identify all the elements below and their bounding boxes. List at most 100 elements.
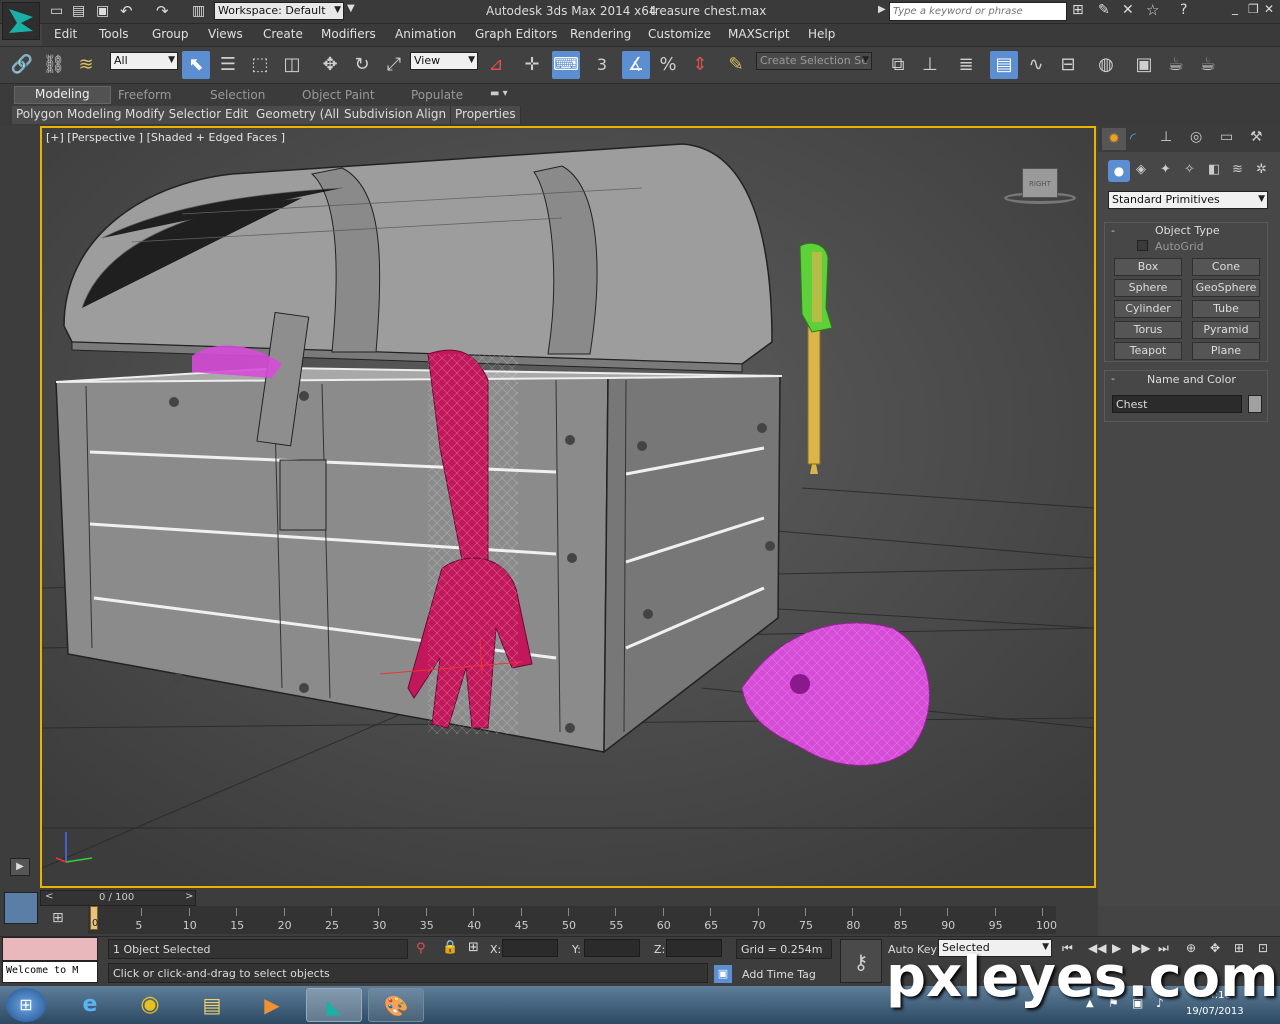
workspace-dropdown[interactable]: Workspace: Default <box>214 2 344 20</box>
angle-snap-button[interactable]: ∡ <box>622 51 650 79</box>
cameras-category-icon[interactable]: ✧ <box>1184 162 1195 177</box>
shapes-category-icon[interactable]: ◈ <box>1136 162 1146 177</box>
ribbon-tab-modeling[interactable]: Modeling <box>14 86 111 104</box>
rollout-minus-icon[interactable]: - <box>1111 224 1115 237</box>
start-button[interactable]: ⊞ <box>6 988 46 1022</box>
ribbon-options-icon[interactable]: ▬ ▾ <box>490 88 508 99</box>
menu-animation[interactable]: Animation <box>395 27 456 41</box>
object-name-field[interactable] <box>1112 395 1242 413</box>
ribbon-align[interactable]: Align <box>412 106 452 124</box>
ribbon-geometry-all[interactable]: Geometry (All) <box>252 106 349 124</box>
ribbon-tab-object-paint[interactable]: Object Paint <box>302 88 375 102</box>
percent-snap-button[interactable]: % <box>654 51 682 79</box>
pivot-center-button[interactable]: ⊿ <box>482 51 510 79</box>
ribbon-tab-freeform[interactable]: Freeform <box>118 88 171 102</box>
scale-button[interactable]: ⤢ <box>380 51 408 79</box>
select-by-name-button[interactable]: ☰ <box>214 51 242 79</box>
ribbon-tab-selection[interactable]: Selection <box>210 88 265 102</box>
maxscript-output[interactable]: Welcome to M <box>2 961 98 983</box>
rectangular-selection-button[interactable]: ⬚ <box>246 51 274 79</box>
object-color-swatch[interactable] <box>1248 395 1262 413</box>
next-frame-icon[interactable]: > <box>185 891 193 902</box>
edit-named-selection-button[interactable]: ✎ <box>722 51 750 79</box>
selection-filter-dropdown[interactable]: All <box>110 52 178 70</box>
unlink-selection-button[interactable]: ⛓ <box>40 51 68 79</box>
tools-icon[interactable]: ✎ <box>1098 2 1110 18</box>
render-production-button[interactable]: ☕ <box>1194 51 1222 79</box>
hierarchy-tab-icon[interactable]: ⊥ <box>1160 129 1172 145</box>
bind-space-warp-button[interactable]: ≋ <box>72 51 100 79</box>
schematic-view-button[interactable]: ⊟ <box>1054 51 1082 79</box>
layer-manager-button[interactable]: ≣ <box>952 51 980 79</box>
menu-customize[interactable]: Customize <box>648 27 711 41</box>
ribbon-tab-populate[interactable]: Populate <box>411 88 463 102</box>
sphere-button[interactable]: Sphere <box>1114 279 1182 297</box>
y-coord-field[interactable] <box>584 939 640 957</box>
teapot-button[interactable]: Teapot <box>1114 342 1182 360</box>
window-crossing-button[interactable]: ◫ <box>278 51 306 79</box>
spacewarps-category-icon[interactable]: ≋ <box>1232 162 1243 177</box>
3dsmax-taskbar-button[interactable]: ◣ <box>306 988 362 1022</box>
menu-maxscript[interactable]: MAXScript <box>728 27 790 41</box>
pyramid-button[interactable]: Pyramid <box>1192 321 1260 339</box>
ribbon-edit[interactable]: Edit <box>221 106 254 124</box>
geometry-category-icon[interactable]: ● <box>1108 160 1130 182</box>
utilities-tab-icon[interactable]: ⚒ <box>1250 129 1263 145</box>
name-color-title[interactable]: Name and Color <box>1147 373 1236 386</box>
new-file-icon[interactable]: ▭ <box>50 3 63 19</box>
media-player-taskbar-button[interactable]: ▶ <box>244 988 300 1022</box>
select-object-button[interactable]: ⬉ <box>182 51 210 79</box>
star-icon[interactable]: ☆ <box>1146 1 1159 19</box>
snap-toggle-button[interactable]: 3 <box>588 51 616 79</box>
menu-create[interactable]: Create <box>263 27 303 41</box>
display-tab-icon[interactable]: ▭ <box>1220 129 1233 145</box>
plane-button[interactable]: Plane <box>1192 342 1260 360</box>
render-setup-button[interactable]: ▣ <box>1130 51 1158 79</box>
ribbon-properties[interactable]: Properties <box>451 106 521 124</box>
mirror-button[interactable]: ⧉ <box>884 51 912 79</box>
prev-frame-icon[interactable]: < <box>45 891 53 902</box>
tube-button[interactable]: Tube <box>1192 300 1260 318</box>
render-frame-button[interactable]: ☕ <box>1162 51 1190 79</box>
time-slider[interactable]: < 0 / 100 > <box>40 890 196 906</box>
lights-category-icon[interactable]: ✦ <box>1160 162 1171 177</box>
motion-tab-icon[interactable]: ◎ <box>1190 129 1202 145</box>
lock-selection-icon[interactable]: 🔒 <box>442 940 458 955</box>
chevron-down-icon[interactable]: ▼ <box>347 3 355 14</box>
select-and-link-button[interactable]: 🔗 <box>8 51 36 79</box>
set-key-button[interactable]: ⚷ <box>840 939 882 983</box>
menu-edit[interactable]: Edit <box>54 27 77 41</box>
rotate-button[interactable]: ↻ <box>348 51 376 79</box>
geosphere-button[interactable]: GeoSphere <box>1192 279 1260 297</box>
ref-coord-dropdown[interactable]: View <box>410 52 478 70</box>
close-icon[interactable]: ✕ <box>1264 2 1274 16</box>
cylinder-button[interactable]: Cylinder <box>1114 300 1182 318</box>
project-folder-icon[interactable]: ▥ <box>192 3 205 19</box>
menu-views[interactable]: Views <box>208 27 243 41</box>
add-time-tag[interactable]: Add Time Tag <box>742 968 816 981</box>
maxscript-listener[interactable] <box>2 937 98 961</box>
isolate-selection-icon[interactable]: ⚲ <box>416 941 426 956</box>
search-input[interactable] <box>889 2 1067 21</box>
rollout-minus-icon[interactable]: - <box>1111 372 1115 385</box>
paint-taskbar-button[interactable]: 🎨 <box>368 988 424 1022</box>
explorer-taskbar-button[interactable]: ▤ <box>184 988 240 1022</box>
ie-taskbar-button[interactable]: e <box>62 988 118 1022</box>
named-selection-input[interactable]: Create Selection Se <box>756 52 872 70</box>
perspective-viewport[interactable]: [+] [Perspective ] [Shaded + Edged Faces… <box>40 126 1096 888</box>
menu-tools[interactable]: Tools <box>99 27 129 41</box>
track-bar-toggle-icon[interactable]: ⊞ <box>52 910 64 926</box>
menu-graph-editors[interactable]: Graph Editors <box>475 27 557 41</box>
move-button[interactable]: ✥ <box>316 51 344 79</box>
undo-icon[interactable]: ↶ <box>120 2 133 20</box>
create-tab-icon[interactable]: ✹ <box>1102 128 1126 150</box>
z-coord-field[interactable] <box>666 939 722 957</box>
ribbon-polygon-modeling[interactable]: Polygon Modeling <box>12 106 127 124</box>
ribbon-subdivision[interactable]: Subdivision <box>340 106 418 124</box>
minimize-icon[interactable]: _ <box>1232 1 1238 15</box>
curve-editor-button[interactable]: ∿ <box>1022 51 1050 79</box>
help-icon[interactable]: ? <box>1180 2 1187 18</box>
modify-tab-icon[interactable]: ◜ <box>1130 129 1136 147</box>
viewcube[interactable]: RIGHT <box>1004 164 1080 208</box>
systems-category-icon[interactable]: ✲ <box>1256 162 1267 177</box>
